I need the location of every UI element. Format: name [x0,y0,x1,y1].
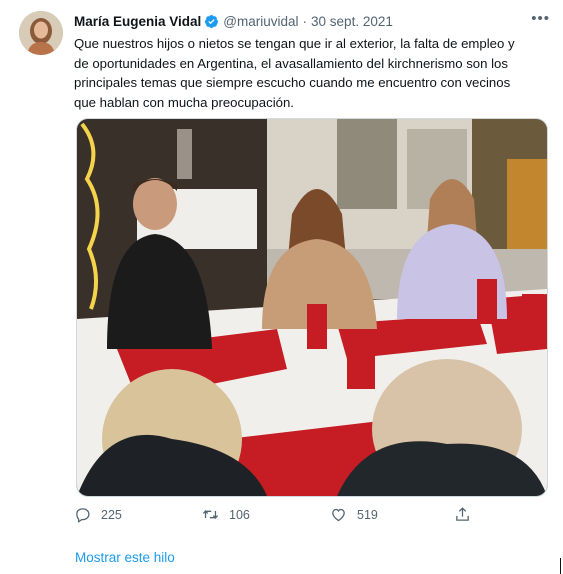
like-button[interactable]: 519 [330,506,378,523]
heart-icon [332,508,345,522]
meeting-photo-image [77,119,547,496]
tweet-text: Que nuestros hijos o nietos se tengan qu… [74,36,515,110]
text-cursor [560,558,561,574]
avatar-image [19,11,63,55]
retweet-count: 106 [229,507,250,522]
share-button[interactable] [454,506,481,523]
like-count: 519 [357,507,378,522]
author-name[interactable]: María Eugenia Vidal [74,14,201,29]
verified-badge-icon [204,14,219,29]
avatar[interactable] [19,11,63,55]
reply-count: 225 [101,507,122,522]
tweet-photo[interactable] [76,118,548,497]
author-handle[interactable]: @mariuvidal [223,14,298,29]
separator-dot: · [302,13,308,29]
tweet-header: María Eugenia Vidal @mariuvidal · 30 sep… [74,10,550,30]
reply-button[interactable]: 225 [74,506,122,523]
tweet-actions: 225 106 519 [74,506,474,528]
tweet-date[interactable]: 30 sept. 2021 [311,14,393,29]
retweet-button[interactable]: 106 [202,506,250,523]
show-thread-link[interactable]: Mostrar este hilo [75,550,175,565]
share-icon [456,507,469,521]
retweet-icon [202,509,219,520]
more-dots-icon[interactable]: ••• [531,10,550,27]
reply-icon [76,508,90,523]
